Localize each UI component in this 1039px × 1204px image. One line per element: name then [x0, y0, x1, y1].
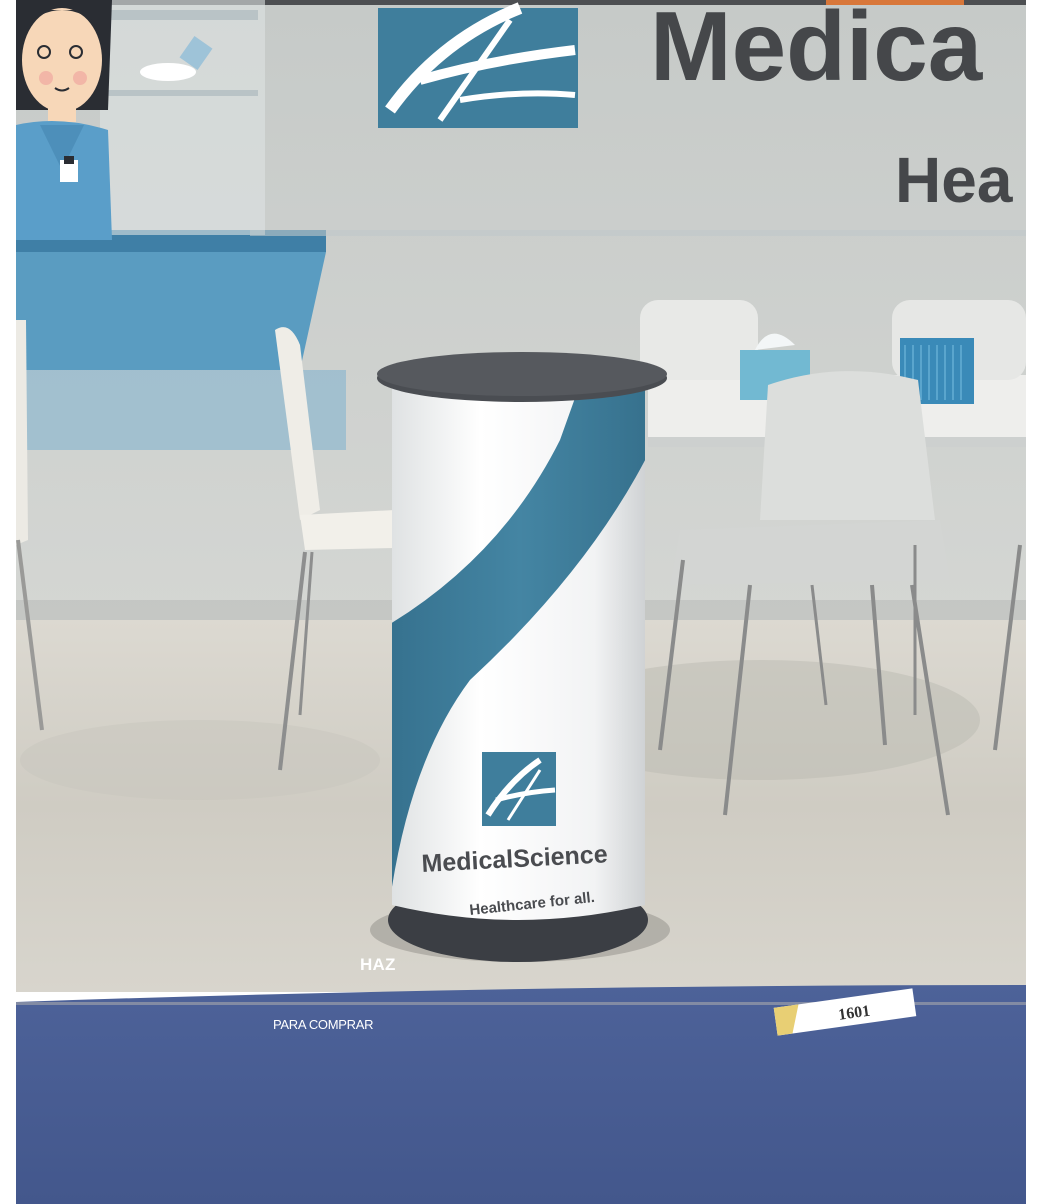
booth-scene: MedicalScience Healthcare for all. Medic… — [0, 0, 1039, 1204]
trade-show-booth-photo: MedicalScience Healthcare for all. Medic… — [0, 0, 1039, 1204]
overlay-heading: HAZ — [360, 955, 396, 974]
overlay-cta-text: PARA COMPRAR — [273, 1017, 374, 1032]
wall-brand-title: Medica — [650, 0, 984, 101]
wall-logo — [378, 2, 578, 128]
podium-logo — [482, 752, 556, 826]
wall-brand-subtitle: Hea — [895, 144, 1013, 216]
